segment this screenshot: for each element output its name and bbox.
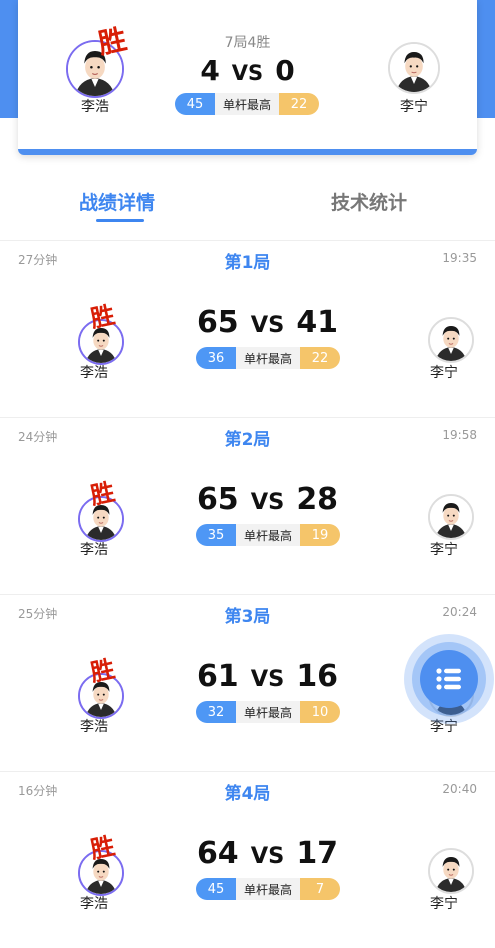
- game-title: 第4局: [224, 784, 271, 804]
- left-total-score: 4: [200, 54, 220, 87]
- highest-break-pill: 36 单杆最高 22: [196, 347, 340, 369]
- menu-fab[interactable]: [404, 634, 494, 724]
- match-score: 4 VS 0: [168, 54, 327, 87]
- vs-label: VS: [250, 666, 285, 692]
- game-row[interactable]: 24分钟 第2局 19:58 胜李浩 65 VS 28 35 单杆最高 19 李宁: [0, 417, 495, 594]
- left-player-name: 李浩: [80, 719, 108, 735]
- card-accent-bar: [18, 149, 477, 155]
- left-player-name: 李浩: [80, 365, 108, 381]
- game-time: 19:58: [442, 428, 477, 442]
- highest-break-pill: 45 单杆最高 7: [196, 878, 340, 900]
- active-tab-indicator: [96, 219, 144, 222]
- vs-label: VS: [250, 489, 285, 515]
- left-highest-break: 32: [196, 701, 236, 723]
- highest-break-pill: 32 单杆最高 10: [196, 701, 340, 723]
- game-score: 65 VS 28: [180, 482, 355, 517]
- fab-button[interactable]: [420, 650, 478, 708]
- game-time: 19:35: [442, 251, 477, 265]
- right-player-name: 李宁: [400, 99, 428, 115]
- player-face-icon: [430, 850, 472, 892]
- game-score: 64 VS 17: [180, 836, 355, 871]
- tab-match-details[interactable]: 战绩详情: [79, 188, 155, 215]
- right-player-avatar[interactable]: [428, 317, 474, 363]
- left-game-score: 61: [196, 659, 239, 694]
- right-highest-break: 22: [279, 93, 319, 115]
- left-highest-break: 36: [196, 347, 236, 369]
- game-row[interactable]: 16分钟 第4局 20:40 胜李浩 64 VS 17 45 单杆最高 7 李宁: [0, 771, 495, 948]
- game-score: 61 VS 16: [180, 659, 355, 694]
- right-player-avatar[interactable]: [428, 848, 474, 894]
- game-time: 20:24: [442, 605, 477, 619]
- right-highest-break: 19: [300, 524, 340, 546]
- highest-break-label: 单杆最高: [215, 93, 279, 115]
- game-title: 第3局: [224, 607, 271, 627]
- highest-break-label: 单杆最高: [236, 701, 300, 723]
- left-player-name: 李浩: [80, 896, 108, 912]
- highest-break-label: 单杆最高: [236, 878, 300, 900]
- left-player-name: 李浩: [81, 99, 109, 115]
- vs-label: VS: [231, 61, 264, 85]
- game-score: 65 VS 41: [180, 305, 355, 340]
- vs-label: VS: [250, 843, 285, 869]
- match-format: 7局4胜: [224, 35, 271, 51]
- left-player-name: 李浩: [80, 542, 108, 558]
- player-face-icon: [430, 319, 472, 361]
- left-game-score: 65: [196, 305, 239, 340]
- right-game-score: 16: [296, 659, 339, 694]
- right-total-score: 0: [275, 54, 295, 87]
- left-highest-break: 45: [175, 93, 215, 115]
- right-player-avatar[interactable]: [428, 494, 474, 540]
- left-highest-break: 45: [196, 878, 236, 900]
- match-summary-card: 胜 李浩 7局4胜 4 VS 0 45 单杆最高 22 李宁: [18, 0, 477, 155]
- vs-label: VS: [250, 312, 285, 338]
- highest-break-label: 单杆最高: [236, 524, 300, 546]
- right-game-score: 41: [296, 305, 339, 340]
- highest-break-pill: 35 单杆最高 19: [196, 524, 340, 546]
- game-time: 20:40: [442, 782, 477, 796]
- right-player-avatar[interactable]: [388, 42, 440, 94]
- right-game-score: 28: [296, 482, 339, 517]
- right-highest-break: 10: [300, 701, 340, 723]
- right-highest-break: 7: [300, 878, 340, 900]
- tab-tech-stats[interactable]: 技术统计: [331, 188, 407, 215]
- left-game-score: 64: [196, 836, 239, 871]
- game-title: 第2局: [224, 430, 271, 450]
- game-title: 第1局: [224, 253, 271, 273]
- right-highest-break: 22: [300, 347, 340, 369]
- player-face-icon: [430, 496, 472, 538]
- highest-break-label: 单杆最高: [236, 347, 300, 369]
- right-player-name: 李宁: [430, 365, 458, 381]
- right-player-name: 李宁: [430, 542, 458, 558]
- highest-break-pill: 45 单杆最高 22: [175, 93, 319, 115]
- left-game-score: 65: [196, 482, 239, 517]
- summary-center: 7局4胜 4 VS 0: [168, 32, 327, 87]
- list-icon: [436, 668, 461, 690]
- left-highest-break: 35: [196, 524, 236, 546]
- right-player-name: 李宁: [430, 896, 458, 912]
- right-game-score: 17: [296, 836, 339, 871]
- player-face-icon: [390, 44, 438, 92]
- tab-bar: 战绩详情 技术统计: [0, 188, 495, 228]
- game-row[interactable]: 27分钟 第1局 19:35 胜李浩 65 VS 41 36 单杆最高 22 李宁: [0, 240, 495, 417]
